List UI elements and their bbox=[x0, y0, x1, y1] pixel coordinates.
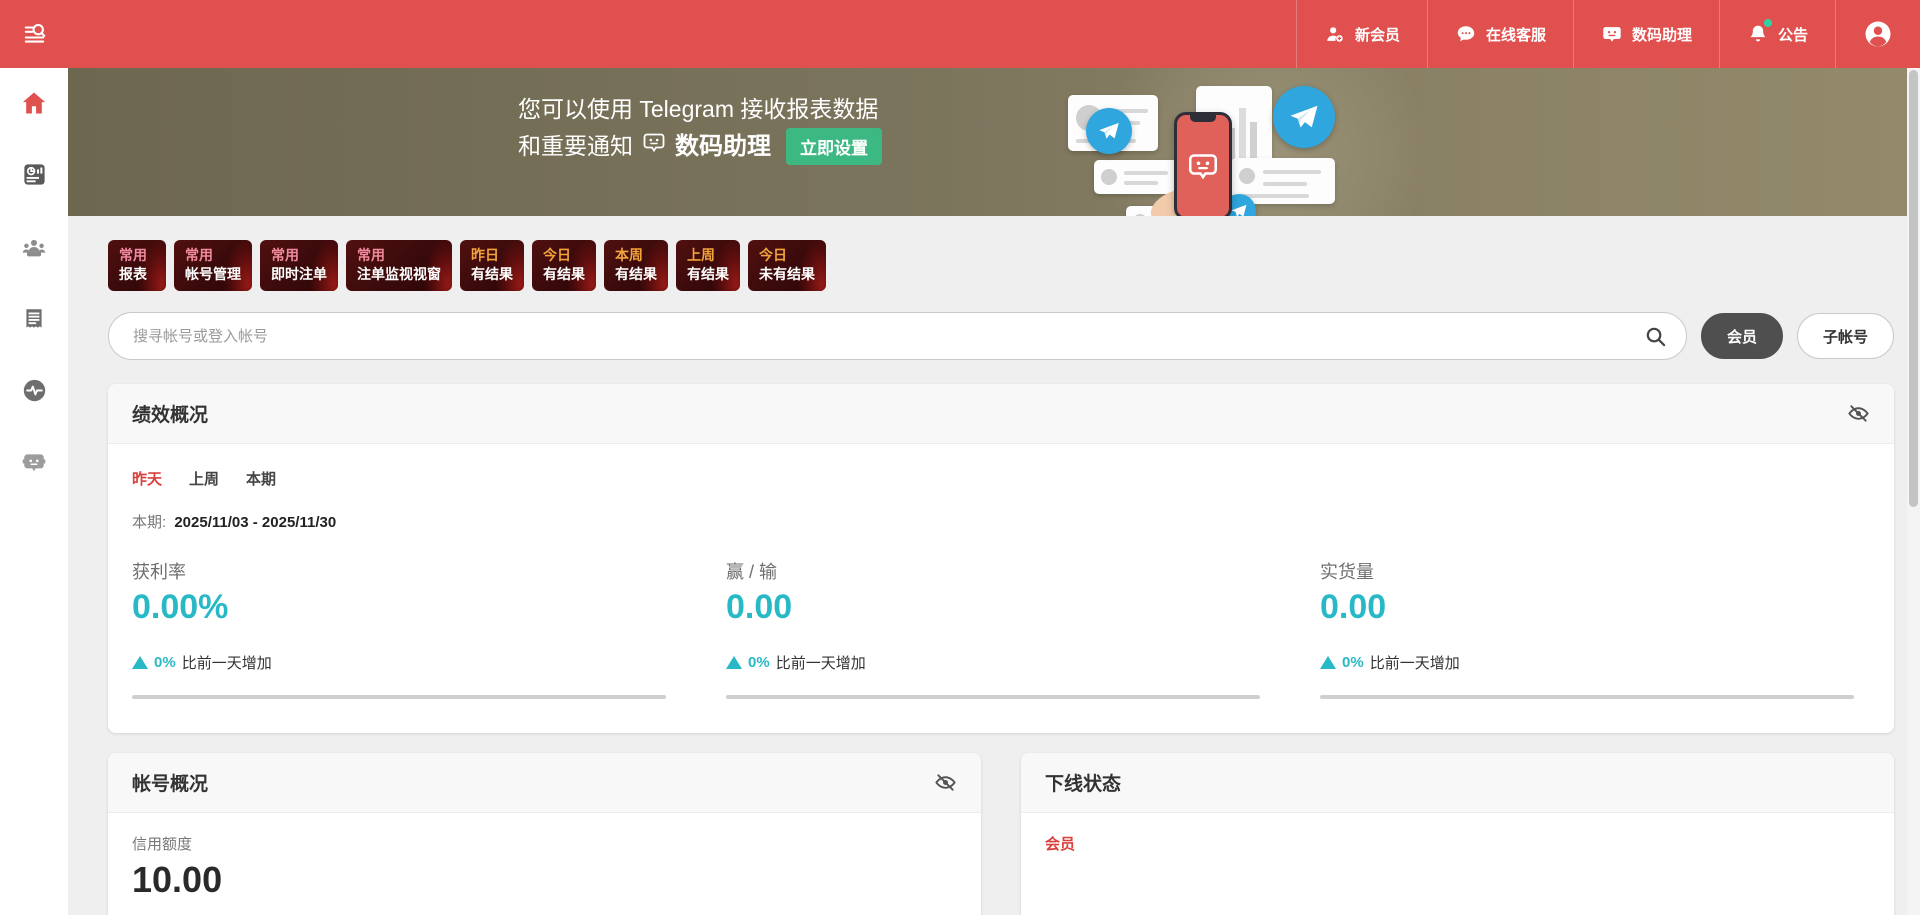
credit-limit-label: 信用额度 bbox=[132, 833, 957, 854]
nav-label: 新会员 bbox=[1355, 24, 1400, 45]
search-input[interactable] bbox=[108, 312, 1687, 360]
tag-reports[interactable]: 常用 报表 bbox=[108, 240, 166, 291]
top-bar: 新会员 在线客服 数码助理 公告 bbox=[0, 0, 1920, 68]
avatar-icon bbox=[1863, 19, 1893, 49]
robot-icon bbox=[1601, 23, 1623, 45]
main-area: 您可以使用 Telegram 接收报表数据 和重要通知 数码助理 立即设置 bbox=[68, 68, 1920, 915]
tag-yesterday-results[interactable]: 昨日 有结果 bbox=[460, 240, 524, 291]
search-icon[interactable] bbox=[1644, 325, 1667, 353]
nav-new-member[interactable]: 新会员 bbox=[1296, 0, 1427, 68]
tag-account-management[interactable]: 常用 帐号管理 bbox=[174, 240, 252, 291]
phone-graphic bbox=[1174, 112, 1232, 216]
sidebar-item-accounts[interactable] bbox=[19, 234, 49, 264]
eye-off-icon[interactable] bbox=[934, 771, 957, 794]
progress-bar bbox=[132, 695, 666, 699]
nav-label: 公告 bbox=[1778, 24, 1808, 45]
metric-profit-rate: 获利率 0.00% 0% 比前一天增加 bbox=[132, 558, 682, 699]
tag-today-noresults[interactable]: 今日 未有结果 bbox=[748, 240, 826, 291]
progress-bar bbox=[726, 695, 1260, 699]
report-icon bbox=[21, 161, 48, 193]
member-filter-button[interactable]: 会员 bbox=[1701, 313, 1783, 359]
page-scrollbar[interactable] bbox=[1907, 68, 1920, 915]
setup-now-button[interactable]: 立即设置 bbox=[786, 128, 882, 165]
assistant-robot-icon bbox=[21, 450, 47, 481]
metric-win-loss: 赢 / 输 0.00 0% 比前一天增加 bbox=[726, 558, 1276, 699]
banner-line2-bold: 数码助理 bbox=[675, 128, 771, 165]
scrollbar-thumb[interactable] bbox=[1909, 70, 1918, 507]
unread-dot bbox=[1764, 19, 1772, 27]
tag-today-results[interactable]: 今日 有结果 bbox=[532, 240, 596, 291]
tag-thisweek-results[interactable]: 本周 有结果 bbox=[604, 240, 668, 291]
banner-line2-prefix: 和重要通知 bbox=[518, 128, 633, 165]
downline-status-card: 下线状态 会员 bbox=[1021, 753, 1894, 915]
metric-turnover: 实货量 0.00 0% 比前一天增加 bbox=[1320, 558, 1870, 699]
nav-label: 在线客服 bbox=[1486, 24, 1546, 45]
tag-lastweek-results[interactable]: 上周 有结果 bbox=[676, 240, 740, 291]
activity-pulse-icon bbox=[21, 377, 48, 409]
sidebar-item-reports[interactable] bbox=[19, 162, 49, 192]
subaccount-filter-button[interactable]: 子帐号 bbox=[1797, 313, 1894, 359]
accounts-group-icon bbox=[20, 233, 48, 266]
sidebar-item-bet-list[interactable] bbox=[19, 306, 49, 336]
telegram-icon bbox=[1086, 108, 1132, 154]
progress-bar bbox=[1320, 695, 1854, 699]
triangle-up-icon bbox=[132, 656, 148, 669]
tab-yesterday[interactable]: 昨天 bbox=[132, 468, 162, 489]
performance-title: 绩效概况 bbox=[132, 400, 208, 427]
chat-icon bbox=[1455, 23, 1477, 45]
credit-limit-value: 10.00 bbox=[132, 859, 957, 901]
tag-bet-monitor[interactable]: 常用 注单监视视窗 bbox=[346, 240, 452, 291]
tag-live-bets[interactable]: 常用 即时注单 bbox=[260, 240, 338, 291]
person-add-icon bbox=[1324, 23, 1346, 45]
triangle-up-icon bbox=[726, 656, 742, 669]
metrics-row: 获利率 0.00% 0% 比前一天增加 赢 / 输 0.00 bbox=[132, 558, 1870, 699]
sidebar-item-assistant[interactable] bbox=[19, 450, 49, 480]
nav-label: 数码助理 bbox=[1632, 24, 1692, 45]
bet-list-icon bbox=[21, 306, 47, 337]
bell-icon bbox=[1747, 23, 1769, 45]
downline-member-tab[interactable]: 会员 bbox=[1045, 833, 1075, 854]
eye-off-icon[interactable] bbox=[1847, 402, 1870, 425]
menu-search-icon[interactable] bbox=[12, 11, 58, 57]
top-navigation: 新会员 在线客服 数码助理 公告 bbox=[1296, 0, 1920, 68]
banner-text: 您可以使用 Telegram 接收报表数据 和重要通知 数码助理 立即设置 bbox=[518, 91, 882, 165]
sidebar-item-home[interactable] bbox=[19, 90, 49, 120]
home-icon bbox=[20, 89, 48, 122]
account-overview-title: 帐号概况 bbox=[132, 769, 208, 796]
tab-currentperiod[interactable]: 本期 bbox=[246, 468, 276, 489]
search-row: 会员 子帐号 bbox=[108, 312, 1894, 360]
robot-icon bbox=[642, 128, 666, 165]
bottom-cards-row: 帐号概况 信用额度 10.00 下线状态 会员 bbox=[108, 753, 1894, 915]
telegram-icon bbox=[1273, 86, 1335, 148]
nav-online-service[interactable]: 在线客服 bbox=[1427, 0, 1573, 68]
tab-lastweek[interactable]: 上周 bbox=[189, 468, 219, 489]
triangle-up-icon bbox=[1320, 656, 1336, 669]
telegram-banner: 您可以使用 Telegram 接收报表数据 和重要通知 数码助理 立即设置 bbox=[68, 68, 1920, 216]
content: 常用 报表 常用 帐号管理 常用 即时注单 常用 注单监视视窗 昨日 有结果 今… bbox=[68, 216, 1920, 915]
banner-message-graphic bbox=[1094, 160, 1180, 194]
sidebar bbox=[0, 68, 68, 915]
performance-tabs: 昨天 上周 本期 bbox=[132, 468, 1870, 489]
performance-overview-card: 绩效概况 昨天 上周 本期 本期: 2025/11/03 - 2025/11/3… bbox=[108, 384, 1894, 733]
quick-tags-row: 常用 报表 常用 帐号管理 常用 即时注单 常用 注单监视视窗 昨日 有结果 今… bbox=[108, 240, 1894, 291]
account-overview-card: 帐号概况 信用额度 10.00 bbox=[108, 753, 981, 915]
banner-line1: 您可以使用 Telegram 接收报表数据 bbox=[518, 91, 882, 128]
nav-digital-assistant[interactable]: 数码助理 bbox=[1573, 0, 1719, 68]
nav-announcements[interactable]: 公告 bbox=[1719, 0, 1835, 68]
profile-button[interactable] bbox=[1835, 0, 1920, 68]
sidebar-item-activity[interactable] bbox=[19, 378, 49, 408]
period-range: 本期: 2025/11/03 - 2025/11/30 bbox=[132, 511, 1870, 532]
downline-status-title: 下线状态 bbox=[1045, 769, 1121, 796]
